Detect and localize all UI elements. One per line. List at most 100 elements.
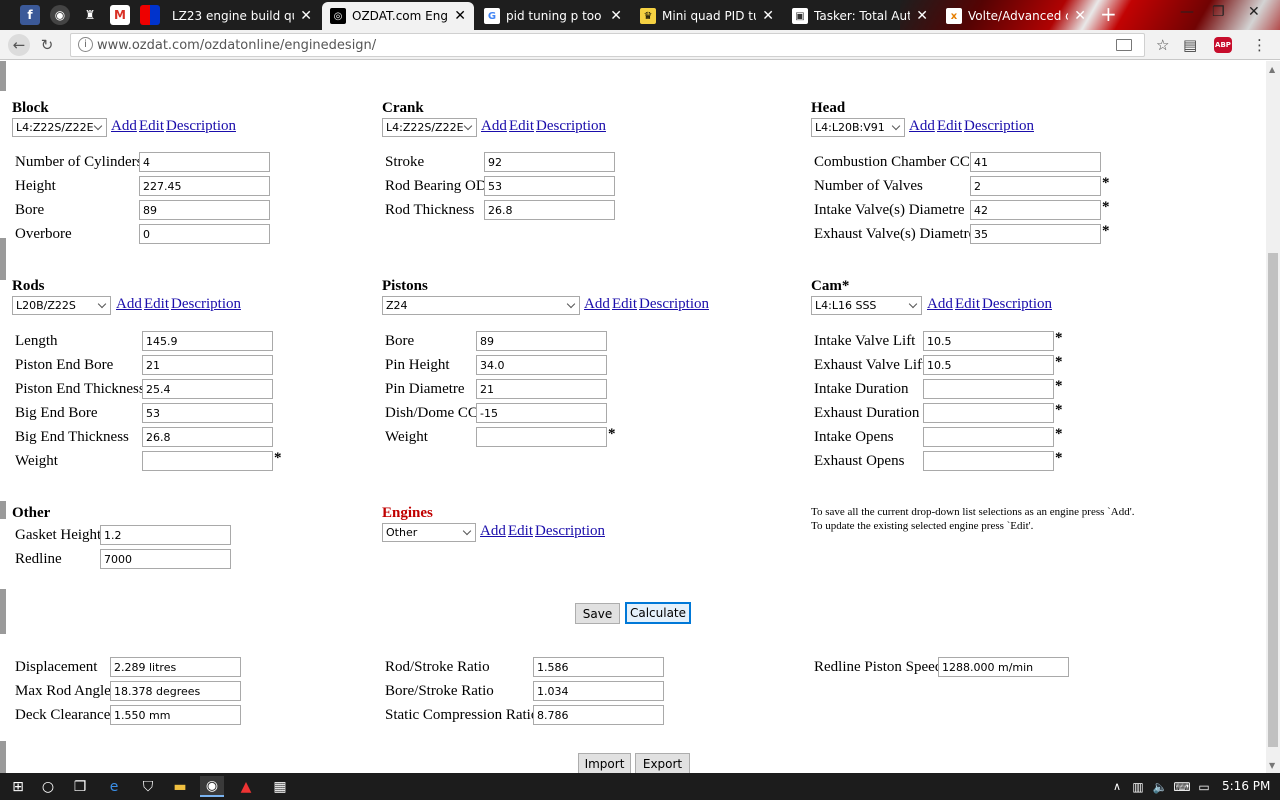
tab-tasker[interactable]: ▣ Tasker: Total Auto… ✕ bbox=[784, 2, 936, 30]
block-height-input[interactable]: 227.45 bbox=[139, 176, 270, 196]
engines-edit-link[interactable]: Edit bbox=[508, 523, 533, 540]
close-icon[interactable]: ✕ bbox=[916, 8, 928, 24]
crank-edit-link[interactable]: Edit bbox=[509, 118, 534, 135]
stroke-input[interactable]: 92 bbox=[484, 152, 615, 172]
menu-icon[interactable]: ⋮ bbox=[1252, 36, 1267, 54]
close-icon[interactable]: ✕ bbox=[762, 8, 774, 24]
dish-dome-cc-input[interactable]: -15 bbox=[476, 403, 607, 423]
pin-diametre-input[interactable]: 21 bbox=[476, 379, 607, 399]
save-button[interactable]: Save bbox=[575, 603, 620, 624]
gmail-pinned-tab-icon[interactable]: M bbox=[110, 5, 130, 25]
head-edit-link[interactable]: Edit bbox=[937, 118, 962, 135]
scroll-down-icon[interactable]: ▼ bbox=[1269, 761, 1275, 770]
chrome-icon[interactable]: ◉ bbox=[200, 776, 224, 797]
pinned-tab-icon[interactable]: ♜ bbox=[80, 5, 100, 25]
tab-mini-quad[interactable]: ♛ Mini quad PID tuni… ✕ bbox=[632, 2, 782, 30]
exhaust-valve-diametre-input[interactable]: 35 bbox=[970, 224, 1101, 244]
crank-description-link[interactable]: Description bbox=[536, 118, 606, 135]
piston-weight-input[interactable] bbox=[476, 427, 607, 447]
gasket-height-input[interactable]: 1.2 bbox=[100, 525, 231, 545]
number-of-valves-input[interactable]: 2 bbox=[970, 176, 1101, 196]
cam-select[interactable]: L4:L16 SSS bbox=[811, 296, 922, 315]
pinned-tab-icon[interactable] bbox=[140, 5, 160, 25]
task-view-icon[interactable]: ❐ bbox=[70, 776, 90, 797]
rods-edit-link[interactable]: Edit bbox=[144, 296, 169, 313]
rods-select[interactable]: L20B/Z22S bbox=[12, 296, 111, 315]
block-select[interactable]: L4:Z22S/Z22E bbox=[12, 118, 107, 137]
intake-valve-lift-input[interactable]: 10.5 bbox=[923, 331, 1054, 351]
reload-icon[interactable]: ↻ bbox=[36, 34, 58, 56]
redline-input[interactable]: 7000 bbox=[100, 549, 231, 569]
close-icon[interactable]: ✕ bbox=[610, 8, 622, 24]
back-arrow-icon[interactable]: ← bbox=[8, 34, 30, 56]
combustion-chamber-cc-input[interactable]: 41 bbox=[970, 152, 1101, 172]
rods-add-link[interactable]: Add bbox=[116, 296, 142, 313]
engines-add-link[interactable]: Add bbox=[480, 523, 506, 540]
block-edit-link[interactable]: Edit bbox=[139, 118, 164, 135]
file-explorer-icon[interactable]: ▬ bbox=[170, 776, 190, 797]
pistons-select[interactable]: Z24 bbox=[382, 296, 580, 315]
calculate-button[interactable]: Calculate bbox=[625, 602, 691, 624]
cam-edit-link[interactable]: Edit bbox=[955, 296, 980, 313]
overbore-input[interactable]: 0 bbox=[139, 224, 270, 244]
crank-add-link[interactable]: Add bbox=[481, 118, 507, 135]
scroll-up-icon[interactable]: ▲ bbox=[1269, 65, 1275, 74]
piston-end-bore-input[interactable]: 21 bbox=[142, 355, 273, 375]
bookmark-star-icon[interactable]: ☆ bbox=[1156, 36, 1169, 54]
windows-start-icon[interactable]: ⊞ bbox=[8, 776, 28, 797]
intake-valve-diametre-input[interactable]: 42 bbox=[970, 200, 1101, 220]
number-of-cylinders-input[interactable]: 4 bbox=[139, 152, 270, 172]
big-end-thickness-input[interactable]: 26.8 bbox=[142, 427, 273, 447]
pinned-tab-icon[interactable]: ◉ bbox=[50, 5, 70, 25]
static-compression-ratio-output[interactable]: 8.786 bbox=[533, 705, 664, 725]
block-description-link[interactable]: Description bbox=[166, 118, 236, 135]
deck-clearance-output[interactable]: 1.550 mm bbox=[110, 705, 241, 725]
taskbar-clock[interactable]: 5:16 PM bbox=[1222, 779, 1270, 793]
rod-stroke-ratio-output[interactable]: 1.586 bbox=[533, 657, 664, 677]
piston-bore-input[interactable]: 89 bbox=[476, 331, 607, 351]
engines-select[interactable]: Other bbox=[382, 523, 476, 542]
head-select[interactable]: L4:L20B:V91 bbox=[811, 118, 905, 137]
block-bore-input[interactable]: 89 bbox=[139, 200, 270, 220]
new-tab-icon[interactable]: + bbox=[1100, 4, 1117, 24]
piston-end-thickness-input[interactable]: 25.4 bbox=[142, 379, 273, 399]
edge-icon[interactable]: e bbox=[104, 776, 124, 797]
rod-weight-input[interactable] bbox=[142, 451, 273, 471]
tab-ozdat[interactable]: ◎ OZDAT.com Engin… ✕ bbox=[322, 2, 474, 30]
tab-volte[interactable]: x Volte/Advanced cal… ✕ bbox=[938, 2, 1094, 30]
notification-icon[interactable]: ▭ bbox=[1196, 776, 1212, 797]
chevron-up-icon[interactable]: ∧ bbox=[1110, 776, 1124, 797]
pistons-description-link[interactable]: Description bbox=[639, 296, 709, 313]
pin-height-input[interactable]: 34.0 bbox=[476, 355, 607, 375]
cortana-icon[interactable]: ○ bbox=[38, 776, 58, 797]
network-icon[interactable]: ▥ bbox=[1130, 776, 1146, 797]
redline-piston-speed-output[interactable]: 1288.000 m/min bbox=[938, 657, 1069, 677]
rod-bearing-od-input[interactable]: 53 bbox=[484, 176, 615, 196]
minimize-icon[interactable]: — bbox=[1180, 4, 1194, 20]
exhaust-duration-input[interactable] bbox=[923, 403, 1054, 423]
app-icon[interactable]: ▲ bbox=[236, 776, 256, 797]
tab-pid-tuning[interactable]: G pid tuning p too lo… ✕ bbox=[476, 2, 630, 30]
rod-length-input[interactable]: 145.9 bbox=[142, 331, 273, 351]
exhaust-opens-input[interactable] bbox=[923, 451, 1054, 471]
exhaust-valve-lift-input[interactable]: 10.5 bbox=[923, 355, 1054, 375]
head-description-link[interactable]: Description bbox=[964, 118, 1034, 135]
calculator-icon[interactable]: ▦ bbox=[270, 776, 290, 797]
cam-add-link[interactable]: Add bbox=[927, 296, 953, 313]
close-icon[interactable]: ✕ bbox=[454, 8, 466, 24]
close-icon[interactable]: ✕ bbox=[1074, 8, 1086, 24]
import-button[interactable]: Import bbox=[578, 753, 631, 773]
intake-duration-input[interactable] bbox=[923, 379, 1054, 399]
export-button[interactable]: Export bbox=[635, 753, 690, 773]
block-add-link[interactable]: Add bbox=[111, 118, 137, 135]
crank-select[interactable]: L4:Z22S/Z22E bbox=[382, 118, 477, 137]
facebook-pinned-tab-icon[interactable]: f bbox=[20, 5, 40, 25]
info-icon[interactable]: i bbox=[78, 37, 93, 52]
vertical-scrollbar[interactable]: ▲ ▼ bbox=[1266, 61, 1280, 773]
rod-thickness-input[interactable]: 26.8 bbox=[484, 200, 615, 220]
volume-icon[interactable]: 🔈 bbox=[1152, 776, 1168, 797]
close-icon[interactable]: ✕ bbox=[300, 8, 312, 24]
adblock-plus-icon[interactable]: ABP bbox=[1214, 37, 1232, 53]
big-end-bore-input[interactable]: 53 bbox=[142, 403, 273, 423]
rods-description-link[interactable]: Description bbox=[171, 296, 241, 313]
